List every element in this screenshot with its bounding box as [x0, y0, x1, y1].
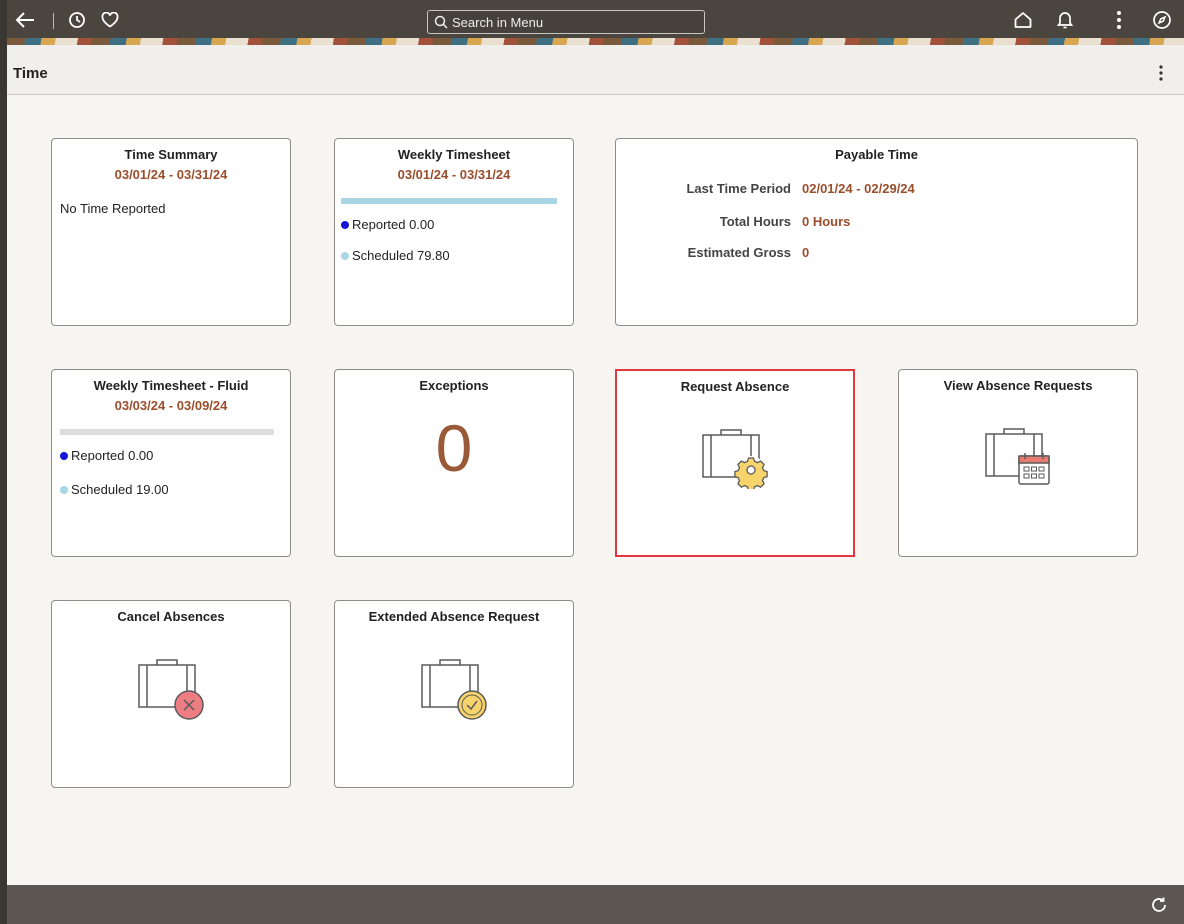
top-banner: Search in Menu — [7, 0, 1184, 45]
scheduled-dot-icon — [60, 486, 68, 494]
reported-dot-icon — [341, 221, 349, 229]
tile-weekly-timesheet-fluid[interactable]: Weekly Timesheet - Fluid 03/03/24 - 03/0… — [51, 369, 291, 557]
page: Search in Menu Time Time Summary 03/01/2… — [7, 0, 1184, 924]
tile-date-range: 03/01/24 - 03/31/24 — [397, 167, 511, 182]
tile-title: Payable Time — [835, 147, 918, 162]
page-title: Time — [13, 65, 48, 82]
briefcase-gear-icon — [693, 427, 777, 492]
briefcase-clock-icon — [412, 657, 496, 724]
total-hours-label: Total Hours — [719, 214, 791, 229]
tile-payable-time[interactable]: Payable Time Last Time Period 02/01/24 -… — [615, 138, 1138, 326]
search-placeholder: Search in Menu — [452, 14, 544, 30]
tile-cancel-absences[interactable]: Cancel Absences — [51, 600, 291, 788]
estimated-gross-value: 0 — [802, 245, 810, 260]
toolbar-divider — [53, 13, 54, 29]
scheduled-dot-icon — [341, 252, 349, 260]
tile-title: View Absence Requests — [943, 378, 1093, 393]
tile-title: Cancel Absences — [117, 609, 225, 624]
tile-title: Extended Absence Request — [368, 609, 540, 624]
tile-view-absence-requests[interactable]: View Absence Requests — [898, 369, 1138, 557]
scheduled-hours: Scheduled 19.00 — [60, 482, 169, 497]
footer-bar — [7, 885, 1184, 924]
history-icon[interactable] — [65, 8, 89, 32]
tile-title: Weekly Timesheet - Fluid — [93, 378, 249, 393]
home-icon[interactable] — [1011, 8, 1035, 32]
timesheet-progress-bar — [341, 198, 557, 204]
favorites-heart-icon[interactable] — [98, 8, 122, 32]
timesheet-progress-bar — [60, 429, 274, 435]
tile-weekly-timesheet[interactable]: Weekly Timesheet 03/01/24 - 03/31/24 Rep… — [334, 138, 574, 326]
tile-title: Time Summary — [124, 147, 218, 162]
tile-title: Weekly Timesheet — [397, 147, 511, 162]
refresh-icon[interactable] — [1149, 895, 1169, 915]
navbar-compass-icon[interactable] — [1150, 8, 1174, 32]
tile-title: Exceptions — [419, 378, 489, 393]
tile-request-absence[interactable]: Request Absence — [615, 369, 855, 557]
last-time-period-label: Last Time Period — [686, 181, 791, 196]
reported-label: Reported 0.00 — [352, 217, 435, 232]
tile-exceptions[interactable]: Exceptions 0 — [334, 369, 574, 557]
reported-dot-icon — [60, 452, 68, 460]
search-menu-input[interactable]: Search in Menu — [427, 10, 705, 34]
reported-hours: Reported 0.00 — [60, 448, 153, 463]
search-icon — [434, 15, 448, 29]
more-vertical-icon[interactable] — [1107, 8, 1131, 32]
briefcase-cancel-icon — [129, 657, 213, 724]
tile-extended-absence-request[interactable]: Extended Absence Request — [334, 600, 574, 788]
reported-hours: Reported 0.00 — [341, 217, 434, 232]
last-time-period-value: 02/01/24 - 02/29/24 — [802, 181, 915, 196]
tile-date-range: 03/03/24 - 03/09/24 — [114, 398, 228, 413]
notification-bell-icon[interactable] — [1053, 8, 1077, 32]
page-title-bar: Time — [7, 45, 1184, 95]
page-actions-menu-icon[interactable] — [1154, 63, 1168, 83]
reported-label: Reported 0.00 — [71, 448, 154, 463]
no-time-reported-text: No Time Reported — [60, 201, 166, 216]
exceptions-count: 0 — [435, 411, 473, 485]
scheduled-hours: Scheduled 79.80 — [341, 248, 450, 263]
banner-pattern — [7, 38, 1184, 45]
estimated-gross-label: Estimated Gross — [687, 245, 791, 260]
tile-date-range: 03/01/24 - 03/31/24 — [114, 167, 228, 182]
total-hours-value: 0 Hours — [802, 214, 851, 229]
scheduled-label: Scheduled 19.00 — [71, 482, 169, 497]
scheduled-label: Scheduled 79.80 — [352, 248, 450, 263]
back-arrow-icon[interactable] — [13, 8, 37, 32]
tile-title: Request Absence — [680, 379, 790, 394]
briefcase-calendar-icon — [976, 426, 1060, 491]
tile-time-summary[interactable]: Time Summary 03/01/24 - 03/31/24 No Time… — [51, 138, 291, 326]
